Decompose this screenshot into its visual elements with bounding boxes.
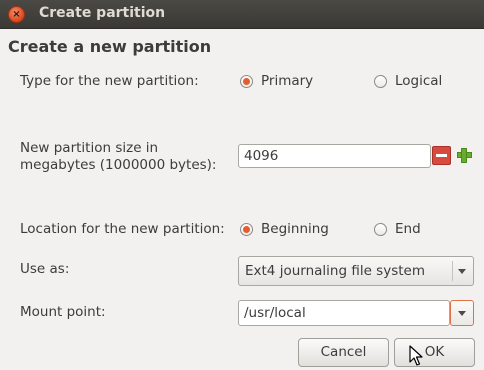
title-bar: × Create partition xyxy=(0,0,484,29)
size-label-line1: New partition size in xyxy=(20,140,159,156)
ok-button[interactable]: OK xyxy=(394,338,475,367)
chevron-down-icon xyxy=(458,311,466,316)
radio-primary-indicator[interactable] xyxy=(240,74,253,88)
radio-beginning-indicator[interactable] xyxy=(240,222,253,236)
window-title: Create partition xyxy=(39,5,166,21)
combo-separator xyxy=(452,261,453,281)
radio-beginning[interactable]: Beginning xyxy=(240,221,329,237)
radio-logical[interactable]: Logical xyxy=(374,73,442,89)
increase-size-button[interactable] xyxy=(455,146,474,165)
radio-logical-label: Logical xyxy=(395,73,443,89)
dialog-heading: Create a new partition xyxy=(8,37,212,56)
type-label: Type for the new partition: xyxy=(20,73,199,89)
location-label: Location for the new partition: xyxy=(20,221,225,237)
mount-point-input[interactable]: /usr/local xyxy=(238,300,450,326)
decrease-size-button[interactable] xyxy=(432,146,451,165)
radio-end-indicator[interactable] xyxy=(374,222,387,236)
use-as-select[interactable]: Ext4 journaling file system xyxy=(238,256,474,286)
radio-primary[interactable]: Primary xyxy=(240,73,313,89)
radio-logical-indicator[interactable] xyxy=(374,74,387,88)
size-label-line2: megabytes (1000000 bytes): xyxy=(20,157,217,173)
radio-beginning-label: Beginning xyxy=(261,221,329,237)
radio-primary-label: Primary xyxy=(261,73,314,89)
use-as-value: Ext4 journaling file system xyxy=(245,263,425,279)
radio-end[interactable]: End xyxy=(374,221,421,237)
size-input[interactable]: 4096 xyxy=(238,144,431,168)
mount-point-label: Mount point: xyxy=(20,304,106,320)
mount-point-dropdown-button[interactable] xyxy=(450,300,474,326)
radio-end-label: End xyxy=(395,221,421,237)
chevron-down-icon xyxy=(458,269,466,274)
mouse-cursor-icon xyxy=(409,345,423,366)
use-as-label: Use as: xyxy=(20,261,70,277)
close-window-button[interactable]: × xyxy=(8,6,25,23)
cancel-button[interactable]: Cancel xyxy=(298,338,389,367)
